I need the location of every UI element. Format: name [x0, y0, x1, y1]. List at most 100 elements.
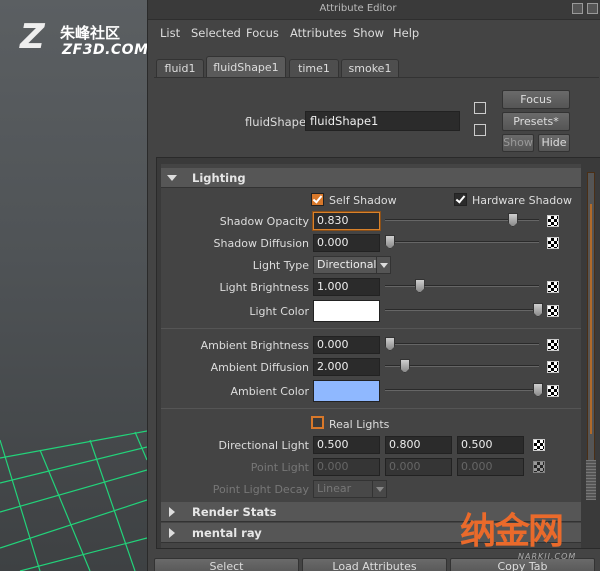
node-name-label: fluidShape:: [245, 115, 310, 129]
ambient-diffusion-field[interactable]: 2.000: [313, 358, 380, 376]
section-lighting-label: Lighting: [192, 171, 246, 185]
point-light-label: Point Light: [250, 461, 309, 474]
vertical-scrollbar[interactable]: [585, 164, 597, 548]
presets-button[interactable]: Presets*: [502, 112, 570, 131]
real-lights-checkbox[interactable]: [311, 416, 324, 429]
shadow-diffusion-slider-knob[interactable]: [385, 235, 395, 249]
menu-attributes[interactable]: Attributes: [290, 26, 347, 40]
viewport-panel[interactable]: Z 朱峰社区 ZF3D.COM: [0, 0, 147, 571]
attribute-panel: Lighting Self Shadow Hardware Shadow Sha…: [156, 157, 600, 549]
section-mental-ray-label: mental ray: [192, 526, 262, 540]
light-type-label: Light Type: [252, 259, 309, 272]
ambient-color-label: Ambient Color: [230, 385, 309, 398]
section-render-stats-label: Render Stats: [192, 505, 277, 519]
point-light-y-field[interactable]: 0.000: [385, 458, 452, 476]
light-color-slider-knob[interactable]: [533, 303, 543, 317]
light-brightness-slider-knob[interactable]: [414, 279, 425, 293]
expand-arrow-icon: [169, 507, 175, 517]
close-window-icon[interactable]: [587, 3, 598, 14]
ambient-diffusion-slider-knob[interactable]: [399, 359, 410, 373]
section-lighting[interactable]: Lighting: [161, 168, 581, 188]
ambient-diffusion-label: Ambient Diffusion: [210, 361, 309, 374]
ambient-color-swatch[interactable]: [313, 380, 380, 402]
self-shadow-checkbox[interactable]: [311, 193, 324, 206]
menu-help[interactable]: Help: [393, 26, 419, 40]
shadow-opacity-slider-knob[interactable]: [507, 213, 518, 227]
menu-focus[interactable]: Focus: [246, 26, 279, 40]
shadow-diffusion-field[interactable]: 0.000: [313, 234, 380, 252]
menu-show[interactable]: Show: [353, 26, 384, 40]
point-light-decay-dropdown[interactable]: Linear: [313, 480, 387, 498]
light-color-map-icon[interactable]: [547, 305, 559, 317]
ambient-diffusion-map-icon[interactable]: [547, 361, 559, 373]
scrollbar-highlight: [590, 204, 592, 434]
shadow-diffusion-map-icon[interactable]: [547, 237, 559, 249]
shadow-diffusion-label: Shadow Diffusion: [213, 237, 309, 250]
select-button[interactable]: Select: [154, 558, 299, 571]
light-color-slider[interactable]: [385, 309, 539, 311]
shadow-diffusion-slider[interactable]: [385, 241, 539, 243]
ambient-brightness-label: Ambient Brightness: [200, 339, 309, 352]
section-divider: [161, 328, 581, 329]
directional-light-map-icon[interactable]: [533, 439, 545, 451]
directional-light-label: Directional Light: [218, 439, 309, 452]
point-light-z-field[interactable]: 0.000: [457, 458, 524, 476]
watermark-logo-bottom: 纳金网 NARKII.COM: [460, 512, 590, 562]
ambient-color-slider-knob[interactable]: [533, 383, 543, 397]
hide-button[interactable]: Hide: [538, 134, 570, 152]
real-lights-label: Real Lights: [329, 418, 390, 431]
watermark-bottom-en-text: NARKII.COM: [518, 552, 577, 561]
watermark-letter: Z: [20, 17, 45, 57]
ambient-brightness-map-icon[interactable]: [547, 339, 559, 351]
shadow-opacity-map-icon[interactable]: [547, 215, 559, 227]
light-type-dropdown[interactable]: Directional: [313, 256, 391, 274]
load-attributes-button[interactable]: Load Attributes: [302, 558, 447, 571]
tab-fluid1[interactable]: fluid1: [156, 59, 204, 78]
section-divider: [161, 408, 581, 409]
node-name-field[interactable]: fluidShape1: [305, 111, 460, 131]
watermark-cn-text: 朱峰社区: [60, 24, 121, 42]
ambient-brightness-slider[interactable]: [385, 343, 539, 345]
light-brightness-map-icon[interactable]: [547, 281, 559, 293]
watermark-bottom-cn-text: 纳金网: [460, 511, 564, 552]
chevron-down-icon: [376, 257, 390, 273]
point-light-x-field[interactable]: 0.000: [313, 458, 380, 476]
point-light-map-icon[interactable]: [533, 461, 545, 473]
tab-smoke1[interactable]: smoke1: [341, 59, 399, 78]
float-window-icon[interactable]: [572, 3, 583, 14]
point-light-decay-label: Point Light Decay: [212, 483, 309, 496]
shadow-opacity-field[interactable]: 0.830: [313, 212, 380, 230]
ambient-brightness-field[interactable]: 0.000: [313, 336, 380, 354]
menu-list[interactable]: List: [160, 26, 180, 40]
tab-fluidshape1[interactable]: fluidShape1: [206, 56, 286, 78]
chevron-down-icon: [372, 481, 386, 497]
ambient-color-map-icon[interactable]: [547, 385, 559, 397]
menu-selected[interactable]: Selected: [191, 26, 241, 40]
directional-light-x-field[interactable]: 0.500: [313, 436, 380, 454]
attribute-editor: Attribute Editor List Selected Focus Att…: [147, 0, 600, 571]
menu-bar: List Selected Focus Attributes Show Help: [148, 20, 600, 45]
self-shadow-label: Self Shadow: [329, 194, 397, 207]
shadow-opacity-label: Shadow Opacity: [219, 215, 309, 228]
hardware-shadow-checkbox[interactable]: [454, 193, 467, 206]
ambient-color-slider[interactable]: [385, 389, 539, 391]
point-light-decay-value: Linear: [317, 482, 352, 495]
watermark-logo-top: Z 朱峰社区 ZF3D.COM: [20, 20, 147, 60]
ambient-brightness-slider-knob[interactable]: [385, 337, 395, 351]
input-connections-icon[interactable]: [474, 102, 486, 114]
check-mark-icon: [455, 193, 466, 204]
check-mark-icon: [312, 193, 323, 204]
light-color-swatch[interactable]: [313, 300, 380, 322]
focus-button[interactable]: Focus: [502, 90, 570, 109]
directional-light-y-field[interactable]: 0.800: [385, 436, 452, 454]
light-brightness-field[interactable]: 1.000: [313, 278, 380, 296]
directional-light-z-field[interactable]: 0.500: [457, 436, 524, 454]
output-connections-icon[interactable]: [474, 124, 486, 136]
watermark-en-text: ZF3D.COM: [62, 42, 147, 58]
tab-time1[interactable]: time1: [289, 59, 339, 78]
show-button[interactable]: Show: [502, 134, 534, 152]
scrollbar-grip[interactable]: [586, 460, 596, 500]
light-brightness-slider[interactable]: [385, 285, 539, 287]
expand-arrow-icon: [169, 528, 175, 538]
attribute-scroll-area[interactable]: Lighting Self Shadow Hardware Shadow Sha…: [161, 164, 581, 548]
